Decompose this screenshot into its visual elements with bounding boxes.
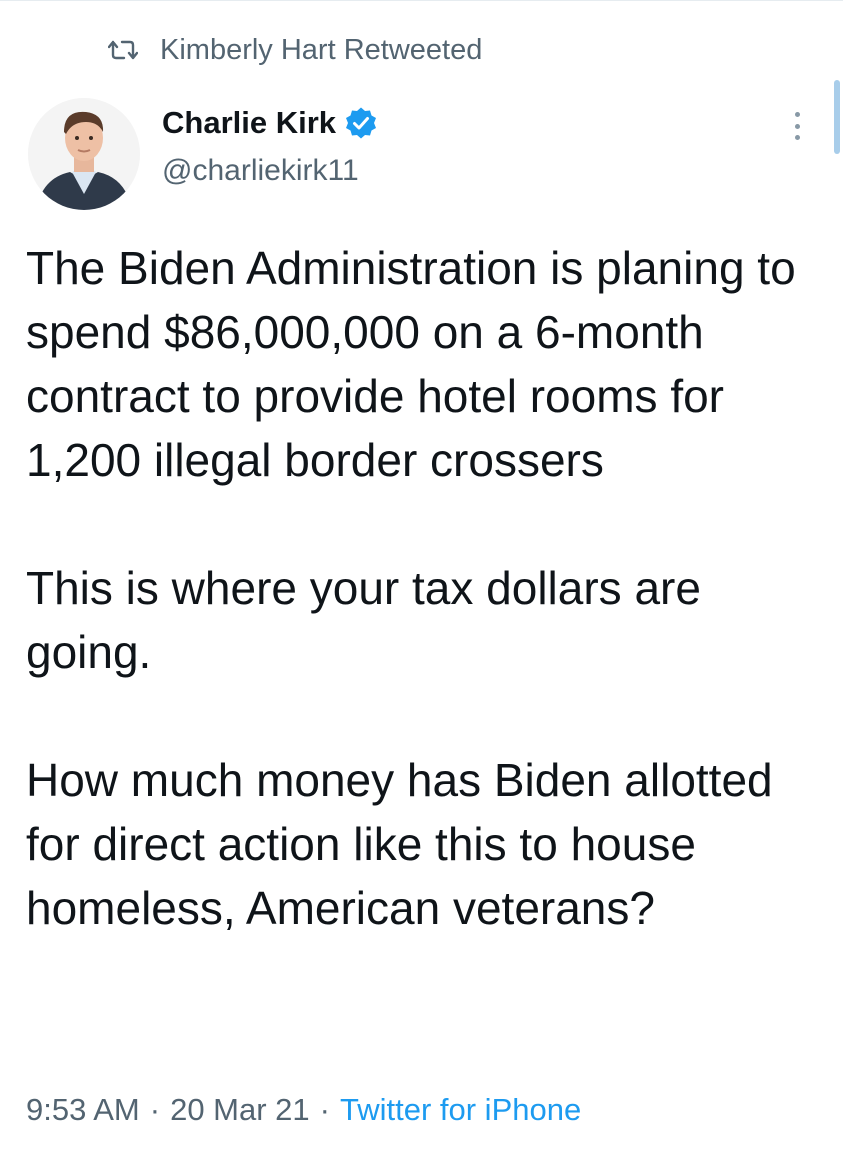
meta-separator: · — [149, 1092, 161, 1127]
top-divider — [0, 0, 843, 4]
retweet-label: Kimberly Hart Retweeted — [160, 33, 483, 66]
author-name-row[interactable]: Charlie Kirk — [162, 100, 378, 146]
tweet-paragraph: The Biden Administration is planing to s… — [26, 242, 796, 486]
meta-separator: · — [319, 1092, 330, 1127]
verified-badge-icon — [344, 106, 378, 140]
tweet-meta: 9:53 AM · 20 Mar 21 · Twitter for iPhone — [26, 1088, 581, 1132]
author-display-name[interactable]: Charlie Kirk — [162, 105, 336, 141]
tweet-source-link[interactable]: Twitter for iPhone — [340, 1092, 581, 1128]
retweet-icon — [107, 38, 139, 62]
scrollbar[interactable] — [834, 80, 840, 154]
more-options-icon[interactable] — [786, 108, 808, 144]
tweet-paragraph: How much money has Biden allotted for di… — [26, 754, 773, 934]
tweet-date[interactable]: 20 Mar 21 — [170, 1092, 310, 1128]
tweet-text: The Biden Administration is planing to s… — [26, 236, 826, 940]
avatar[interactable] — [28, 98, 140, 210]
retweet-context[interactable]: Kimberly Hart Retweeted — [107, 30, 483, 70]
author-handle[interactable]: @charliekirk11 — [162, 154, 359, 188]
tweet-paragraph: This is where your tax dollars are going… — [26, 562, 701, 678]
tweet-time[interactable]: 9:53 AM — [26, 1092, 140, 1128]
